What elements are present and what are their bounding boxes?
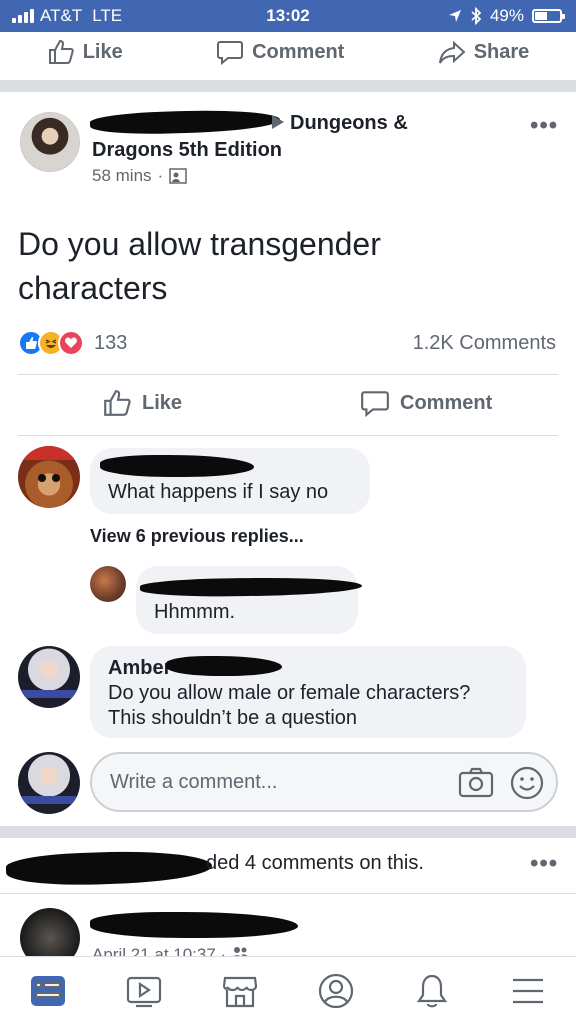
comment-author[interactable]: Amber xyxy=(108,657,171,679)
prev-share-button[interactable]: Share xyxy=(438,38,530,66)
feed-divider xyxy=(0,826,576,838)
comment-activity-notice: ded 4 comments on this. xyxy=(206,852,424,874)
news-feed-icon xyxy=(31,976,65,1006)
profile-icon xyxy=(318,973,354,1009)
author-avatar[interactable] xyxy=(20,112,80,172)
share-icon xyxy=(438,40,466,64)
like-label: Like xyxy=(142,391,183,414)
redacted-commenter-name xyxy=(100,455,254,477)
post-group-title: Dungeons & Dragons 5th Edition xyxy=(92,110,492,164)
tab-news-feed[interactable] xyxy=(28,971,68,1011)
prev-share-label: Share xyxy=(473,40,530,63)
like-button[interactable]: Like xyxy=(102,388,182,418)
bluetooth-icon xyxy=(471,7,482,25)
comments-count[interactable]: 1.2K Comments xyxy=(413,332,556,355)
view-previous-replies-link[interactable]: View 6 previous replies... xyxy=(90,526,304,547)
commenter-avatar[interactable] xyxy=(18,446,80,508)
post-meta: 58 mins · xyxy=(92,166,187,186)
post-more-options-icon[interactable]: ••• xyxy=(530,112,558,140)
write-comment-field[interactable]: Write a comment... xyxy=(90,752,558,812)
amber-avatar[interactable] xyxy=(18,646,80,708)
battery-percent: 49% xyxy=(489,6,524,25)
marketplace-shop-icon xyxy=(222,976,258,1008)
divider xyxy=(18,435,558,436)
comment-label: Comment xyxy=(400,391,493,414)
group-name[interactable]: Dungeons & Dragons 5th Edition xyxy=(92,112,408,161)
reply-avatar[interactable] xyxy=(90,566,126,602)
my-avatar xyxy=(18,752,80,814)
tab-marketplace[interactable] xyxy=(220,971,260,1011)
thumbs-up-icon xyxy=(48,39,74,64)
love-reaction-icon xyxy=(58,330,84,356)
redacted-next-author xyxy=(90,912,298,938)
prev-like-label: Like xyxy=(82,40,123,63)
post-body-text: Do you allow transgender characters xyxy=(18,226,381,306)
bell-icon xyxy=(416,974,448,1008)
watch-video-icon xyxy=(126,976,162,1008)
location-arrow-icon xyxy=(448,10,461,22)
comment-icon xyxy=(217,41,244,66)
reactions-summary[interactable]: 133 xyxy=(18,330,127,356)
tab-menu[interactable] xyxy=(508,971,548,1011)
post-time[interactable]: 58 mins xyxy=(92,166,152,186)
prev-comment-label: Comment xyxy=(252,40,345,63)
post-actions: Like Comment xyxy=(0,388,576,422)
camera-icon[interactable] xyxy=(458,766,494,798)
hamburger-menu-icon xyxy=(513,978,543,1004)
amber-comment-bubble: Amber Do you allow male or female charac… xyxy=(90,646,526,738)
tab-profile[interactable] xyxy=(316,971,356,1011)
divider xyxy=(18,374,558,375)
redacted-notice-names xyxy=(5,848,213,888)
tab-notifications[interactable] xyxy=(412,971,452,1011)
thumbs-up-icon xyxy=(104,390,131,416)
comment-text: Do you allow male or female characters? … xyxy=(108,682,471,729)
group-privacy-icon xyxy=(169,168,187,184)
arrow-right-icon xyxy=(272,115,284,129)
notice-more-options-icon[interactable]: ••• xyxy=(530,850,558,878)
bottom-tab-bar xyxy=(0,956,576,1024)
battery-icon xyxy=(532,9,565,23)
reply-bubble: Hhmmm. xyxy=(136,566,358,634)
status-bar: AT&T LTE 13:02 49% xyxy=(0,0,576,32)
emoji-icon[interactable] xyxy=(510,766,544,800)
write-comment-placeholder: Write a comment... xyxy=(110,771,278,793)
prev-post-actions: Like Comment Share xyxy=(0,34,576,70)
reply-text: Hhmmm. xyxy=(154,601,236,623)
reactions-count: 133 xyxy=(94,331,128,354)
comment-icon xyxy=(361,391,389,418)
prev-comment-button[interactable]: Comment xyxy=(216,38,344,66)
meta-separator: · xyxy=(157,166,164,185)
status-icons: 49% xyxy=(448,6,565,26)
feed-divider xyxy=(0,80,576,92)
redacted-amber-surname xyxy=(166,656,282,676)
prev-like-button[interactable]: Like xyxy=(47,38,123,66)
comment-text: What happens if I say no xyxy=(108,481,329,503)
comment-button[interactable]: Comment xyxy=(360,388,492,418)
tab-watch[interactable] xyxy=(124,971,164,1011)
divider xyxy=(0,893,576,894)
